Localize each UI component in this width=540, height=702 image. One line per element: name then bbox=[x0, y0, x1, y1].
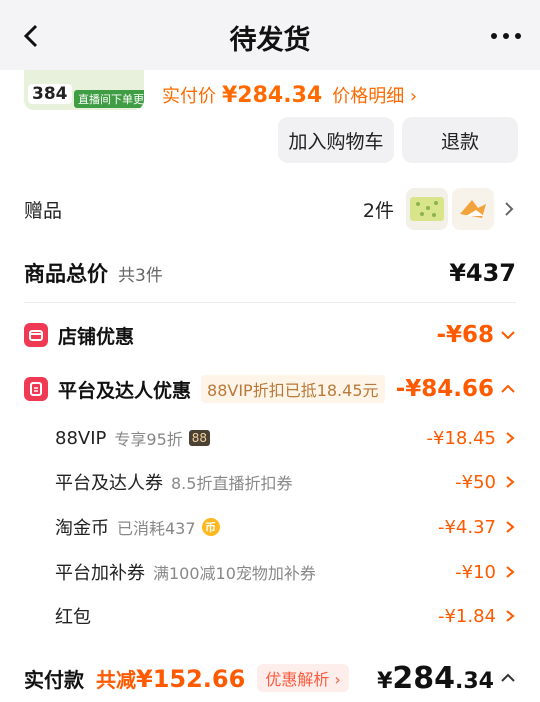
chevron-right-icon bbox=[506, 566, 515, 578]
price-detail-link[interactable]: 价格明细 › bbox=[332, 82, 417, 108]
saved-prefix: 共减 bbox=[96, 667, 136, 692]
real-price-label: 实付价 bbox=[162, 86, 216, 107]
coin-icon: 币 bbox=[201, 518, 220, 536]
gift-image-1 bbox=[406, 188, 448, 230]
total-label: 商品总价 bbox=[24, 262, 108, 286]
sub-item-label: 88VIP bbox=[55, 427, 107, 449]
shop-icon bbox=[24, 323, 48, 347]
order-detail-card: 384 直播间下单更优惠 实付价 ¥284.34 价格明细 › 加入购物车 退款… bbox=[0, 0, 540, 702]
total-row: 商品总价 共3件 ¥437 bbox=[24, 253, 516, 293]
sub-item-desc: 8.5折直播折扣券 bbox=[171, 474, 293, 493]
real-price-row: 实付价 ¥284.34 价格明细 › bbox=[162, 82, 417, 108]
saved-total: 共减¥152.66 bbox=[96, 664, 245, 693]
platform-promo-value: -¥84.66 bbox=[395, 376, 494, 402]
chevron-right-icon bbox=[506, 610, 515, 622]
add-to-cart-button[interactable]: 加入购物车 bbox=[278, 117, 394, 163]
sub-item-88vip[interactable]: 88VIP 专享95折 88 -¥18.45 bbox=[55, 421, 516, 455]
top-nav-bar: 待发货 bbox=[0, 0, 540, 70]
sub-item-value: -¥10 bbox=[455, 561, 496, 583]
gift-row[interactable]: 赠品 2件 bbox=[24, 188, 516, 230]
divider bbox=[24, 302, 516, 303]
sub-item-extra-coupon[interactable]: 平台加补券 满100减10宠物加补券 -¥10 bbox=[55, 555, 516, 589]
real-price-value: ¥284.34 bbox=[222, 83, 323, 108]
chevron-right-icon bbox=[506, 476, 515, 488]
payment-value-dec: .34 bbox=[455, 668, 494, 694]
sub-item-value: -¥18.45 bbox=[426, 427, 496, 449]
chevron-right-icon bbox=[506, 521, 515, 533]
chevron-right-icon bbox=[505, 202, 514, 216]
platform-promo-row[interactable]: 平台及达人优惠 88VIP折扣已抵18.45元 -¥84.66 bbox=[24, 369, 516, 409]
gift-label: 赠品 bbox=[24, 199, 63, 222]
thumbnail-price: 384 bbox=[28, 84, 72, 104]
shop-promo-value: -¥68 bbox=[436, 322, 494, 348]
payment-value-int: 284 bbox=[392, 660, 456, 696]
sub-item-label: 平台加补券 bbox=[55, 563, 145, 584]
page-title: 待发货 bbox=[229, 25, 311, 56]
sub-item-platform-coupon[interactable]: 平台及达人券 8.5折直播折扣券 -¥50 bbox=[55, 465, 516, 499]
saved-amount: ¥152.66 bbox=[136, 664, 246, 693]
chevron-up-icon bbox=[501, 384, 515, 393]
sub-item-desc: 已消耗437 bbox=[117, 519, 196, 538]
gift-count: 2件 bbox=[362, 199, 394, 222]
discount-analysis-button[interactable]: 优惠解析 › bbox=[257, 664, 349, 692]
more-dots-icon[interactable] bbox=[488, 24, 524, 48]
payment-currency: ¥ bbox=[377, 668, 393, 694]
chevron-right-icon bbox=[506, 432, 515, 444]
vip-discount-badge: 88VIP折扣已抵18.45元 bbox=[201, 375, 385, 403]
sub-item-value: -¥50 bbox=[455, 471, 496, 493]
total-count: 共3件 bbox=[118, 265, 163, 286]
refund-button[interactable]: 退款 bbox=[402, 117, 518, 163]
thumbnail-banner: 直播间下单更优惠 bbox=[74, 90, 144, 108]
payment-row[interactable]: 实付款 共减¥152.66 优惠解析 › ¥284.34 bbox=[24, 658, 516, 698]
sub-item-label: 红包 bbox=[55, 607, 91, 628]
88vip-tag: 88 bbox=[188, 430, 211, 446]
sub-item-label: 淘金币 bbox=[55, 518, 109, 539]
sub-item-value: -¥4.37 bbox=[437, 516, 496, 538]
sub-item-desc: 专享95折 bbox=[114, 430, 183, 449]
total-value: ¥437 bbox=[449, 259, 516, 287]
sub-item-desc: 满100减10宠物加补券 bbox=[153, 564, 316, 583]
payment-label: 实付款 bbox=[24, 667, 84, 692]
sub-item-value: -¥1.84 bbox=[437, 605, 496, 627]
chevron-down-icon bbox=[501, 331, 515, 340]
platform-promo-label: 平台及达人优惠 bbox=[58, 379, 192, 402]
sub-item-label: 平台及达人券 bbox=[55, 473, 163, 494]
shop-promo-label: 店铺优惠 bbox=[58, 325, 135, 348]
sub-item-taojinbi[interactable]: 淘金币 已消耗437 币 -¥4.37 bbox=[55, 510, 516, 544]
shop-promo-row[interactable]: 店铺优惠 -¥68 bbox=[24, 315, 516, 355]
coupon-icon bbox=[24, 377, 48, 401]
sub-item-red-packet[interactable]: 红包 -¥1.84 bbox=[55, 599, 516, 633]
chevron-up-icon[interactable] bbox=[500, 672, 516, 684]
gift-image-2 bbox=[452, 188, 494, 230]
payment-value: ¥284.34 bbox=[377, 661, 494, 696]
